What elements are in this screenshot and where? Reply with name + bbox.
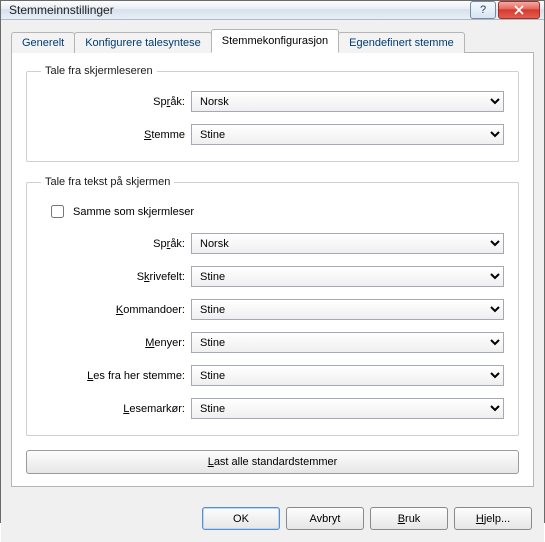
titlebar-buttons: ? [470,1,540,19]
select-commands[interactable]: Stine [191,299,504,320]
client-area: Generelt Konfigurere talesyntese Stemmek… [1,20,544,497]
row-same-as-screenreader: Samme som skjermleser [47,202,504,221]
row-language: Språk: Norsk [41,91,504,112]
dialog-window: Stemmeinnstillinger ? Generelt Konfigure… [0,0,545,523]
tab-konfigurere-talesyntese[interactable]: Konfigurere talesyntese [74,32,212,53]
row-voice: Stemme Stine [41,124,504,145]
help-icon[interactable]: ? [470,1,496,19]
cancel-button[interactable]: Avbryt [286,507,364,530]
tab-stemmekonfigurasjon[interactable]: Stemmekonfigurasjon [211,29,339,53]
group-screenreader-legend: Tale fra skjermleseren [41,65,157,77]
tab-generelt[interactable]: Generelt [11,32,75,53]
row-read-from-here: Les fra her stemme: Stine [41,365,504,386]
titlebar: Stemmeinnstillinger ? [1,1,544,20]
select-read-from-here[interactable]: Stine [191,365,504,386]
load-default-voices-button[interactable]: Last alle standardstemmer [26,450,519,474]
ok-button[interactable]: OK [202,507,280,530]
row-menus: Menyer: Stine [41,332,504,353]
label-same-as-screenreader: Samme som skjermleser [73,206,194,218]
checkbox-same-as-screenreader[interactable] [51,205,64,218]
tab-egendefinert-stemme[interactable]: Egendefinert stemme [338,32,465,53]
dialog-footer: OK Avbryt Bruk Hjelp... [1,497,544,542]
select-menus[interactable]: Stine [191,332,504,353]
select-voice[interactable]: Stine [191,124,504,145]
group-screenreader-speech: Tale fra skjermleseren Språk: Norsk Stem… [26,65,519,162]
label-language2: Språk: [41,238,191,250]
label-read-cursor: Lesemarkør: [41,403,191,415]
select-writefield[interactable]: Stine [191,266,504,287]
label-voice: Stemme [41,129,191,141]
label-commands: Kommandoer: [41,304,191,316]
window-title: Stemmeinnstillinger [9,3,470,17]
help-button[interactable]: Hjelp... [454,507,532,530]
label-language: Språk: [41,96,191,108]
row-read-cursor: Lesemarkør: Stine [41,398,504,419]
tabstrip: Generelt Konfigurere talesyntese Stemmek… [11,28,534,52]
group-screen-text-legend: Tale fra tekst på skjermen [41,176,174,188]
select-language2[interactable]: Norsk [191,233,504,254]
select-language[interactable]: Norsk [191,91,504,112]
select-read-cursor[interactable]: Stine [191,398,504,419]
group-screen-text-speech: Tale fra tekst på skjermen Samme som skj… [26,176,519,436]
row-commands: Kommandoer: Stine [41,299,504,320]
tab-panel: Tale fra skjermleseren Språk: Norsk Stem… [11,52,534,487]
row-writefield: Skrivefelt: Stine [41,266,504,287]
label-menus: Menyer: [41,337,191,349]
label-writefield: Skrivefelt: [41,271,191,283]
apply-button[interactable]: Bruk [370,507,448,530]
row-language2: Språk: Norsk [41,233,504,254]
label-read-from-here: Les fra her stemme: [41,370,191,382]
close-icon[interactable] [498,1,540,19]
